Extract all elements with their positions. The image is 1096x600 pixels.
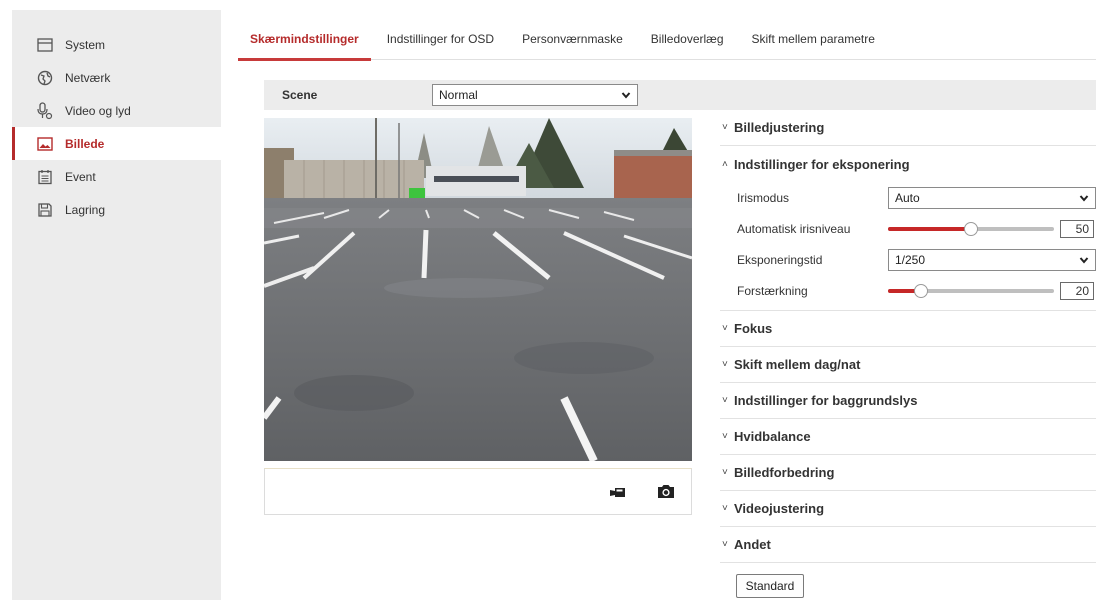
exposure-time-value: 1/250: [895, 252, 926, 267]
chevron-down-icon: [1079, 193, 1089, 203]
scene-select-value: Normal: [439, 88, 478, 102]
exposure-time-select[interactable]: 1/250: [888, 248, 1096, 271]
auto-iris-level-value[interactable]: 50: [1060, 219, 1094, 238]
section-other[interactable]: ˅ Andet: [720, 527, 1096, 563]
chevron-down-icon: ˅: [722, 122, 728, 133]
auto-iris-level-label: Automatisk irisniveau: [737, 221, 851, 236]
section-title: Videojustering: [734, 501, 825, 516]
chevron-down-icon: ˅: [722, 467, 728, 478]
section-day-night[interactable]: ˅ Skift mellem dag/nat: [720, 347, 1096, 383]
iris-mode-row: Irismodus Auto: [720, 182, 1096, 213]
sidebar-item-video-audio[interactable]: Video og lyd: [12, 94, 221, 127]
iris-mode-value: Auto: [895, 190, 920, 205]
camera-image: [264, 118, 692, 461]
tab-privacy-mask[interactable]: Personværnmaske: [510, 20, 635, 60]
section-focus[interactable]: ˅ Fokus: [720, 311, 1096, 347]
standard-button[interactable]: Standard: [736, 574, 804, 598]
gain-row: Forstærkning 20: [720, 275, 1096, 306]
exposure-settings: Irismodus Auto Automatisk irisniveau 50 …: [720, 182, 1096, 311]
microphone-icon: [36, 101, 54, 120]
monitor-icon: [36, 36, 54, 54]
tab-image-overlay[interactable]: Billedoverlæg: [639, 20, 736, 60]
sidebar: System Netværk Video og lyd Billede Even…: [12, 10, 221, 600]
section-title: Indstillinger for eksponering: [734, 156, 910, 172]
section-title: Skift mellem dag/nat: [734, 357, 861, 372]
tab-osd-settings[interactable]: Indstillinger for OSD: [375, 20, 506, 60]
sidebar-item-label: Lagring: [65, 202, 106, 217]
sidebar-item-network[interactable]: Netværk: [12, 61, 221, 94]
sidebar-item-system[interactable]: System: [12, 28, 221, 61]
gain-value[interactable]: 20: [1060, 281, 1094, 300]
tab-bar: Skærmindstillinger Indstillinger for OSD…: [238, 20, 1096, 61]
chevron-down-icon: [1079, 255, 1089, 265]
iris-mode-select[interactable]: Auto: [888, 186, 1096, 209]
gain-label: Forstærkning: [737, 283, 808, 298]
slider-fill: [888, 226, 971, 231]
iris-mode-label: Irismodus: [737, 190, 790, 205]
section-title: Indstillinger for baggrundslys: [734, 393, 918, 408]
section-video-adjustment[interactable]: ˅ Videojustering: [720, 491, 1096, 527]
sidebar-item-image[interactable]: Billede: [12, 127, 221, 160]
image-icon: [36, 135, 54, 153]
chevron-down-icon: ˅: [722, 323, 728, 334]
gain-slider[interactable]: [888, 283, 1054, 299]
sidebar-item-event[interactable]: Event: [12, 160, 221, 193]
sidebar-item-label: Video og lyd: [65, 103, 131, 118]
camera-snapshot-icon[interactable]: [655, 481, 677, 503]
section-image-adjustment[interactable]: ˅ Billedjustering: [720, 110, 1096, 146]
chevron-up-icon: ˄: [722, 158, 728, 170]
chevron-down-icon: ˅: [722, 539, 728, 550]
sidebar-item-label: Event: [65, 169, 96, 184]
section-title: Hvidbalance: [734, 429, 811, 444]
chevron-down-icon: ˅: [722, 503, 728, 514]
section-image-enhancement[interactable]: ˅ Billedforbedring: [720, 455, 1096, 491]
scene-select[interactable]: Normal: [432, 84, 638, 106]
scene-bar: Scene Normal: [264, 80, 1096, 110]
section-backlight[interactable]: ˅ Indstillinger for baggrundslys: [720, 383, 1096, 419]
exposure-time-row: Eksponeringstid 1/250: [720, 244, 1096, 275]
record-video-icon[interactable]: [607, 481, 629, 503]
chevron-down-icon: ˅: [722, 395, 728, 406]
section-exposure[interactable]: ˄ Indstillinger for eksponering: [720, 146, 1096, 182]
section-title: Billedjustering: [734, 120, 825, 135]
floppy-icon: [36, 201, 54, 219]
auto-iris-level-slider[interactable]: [888, 221, 1054, 237]
section-title: Andet: [734, 537, 771, 552]
sidebar-item-storage[interactable]: Lagring: [12, 193, 221, 226]
section-title: Billedforbedring: [734, 465, 835, 480]
slider-handle[interactable]: [914, 283, 929, 298]
tab-parameter-switch[interactable]: Skift mellem parametre: [740, 20, 887, 60]
tab-display-settings[interactable]: Skærmindstillinger: [238, 20, 371, 61]
section-white-balance[interactable]: ˅ Hvidbalance: [720, 419, 1096, 455]
preview-toolbar: [264, 468, 692, 515]
globe-icon: [36, 69, 54, 87]
chevron-down-icon: ˅: [722, 359, 728, 370]
exposure-time-label: Eksponeringstid: [737, 252, 823, 267]
live-preview[interactable]: [264, 118, 692, 461]
calendar-icon: [36, 168, 54, 186]
chevron-down-icon: [621, 90, 631, 100]
slider-handle[interactable]: [964, 221, 978, 236]
auto-iris-level-row: Automatisk irisniveau 50: [720, 213, 1096, 244]
sidebar-item-label: Billede: [65, 136, 105, 151]
sidebar-item-label: System: [65, 37, 106, 52]
sidebar-item-label: Netværk: [65, 70, 111, 85]
settings-panel: ˅ Billedjustering ˄ Indstillinger for ek…: [720, 110, 1096, 563]
section-title: Fokus: [734, 321, 773, 336]
chevron-down-icon: ˅: [722, 431, 728, 442]
scene-label: Scene: [282, 88, 318, 102]
